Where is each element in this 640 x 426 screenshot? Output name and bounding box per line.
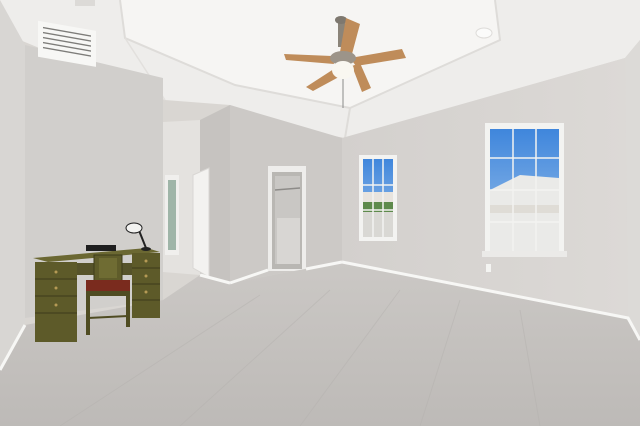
open-door[interactable] (192, 167, 210, 278)
wall-outlet (486, 264, 491, 272)
desk-laptop (86, 245, 116, 251)
room-illustration (0, 0, 640, 426)
left-wall (0, 0, 25, 370)
bedroom-photo (0, 0, 640, 426)
smoke-detector (475, 27, 493, 39)
